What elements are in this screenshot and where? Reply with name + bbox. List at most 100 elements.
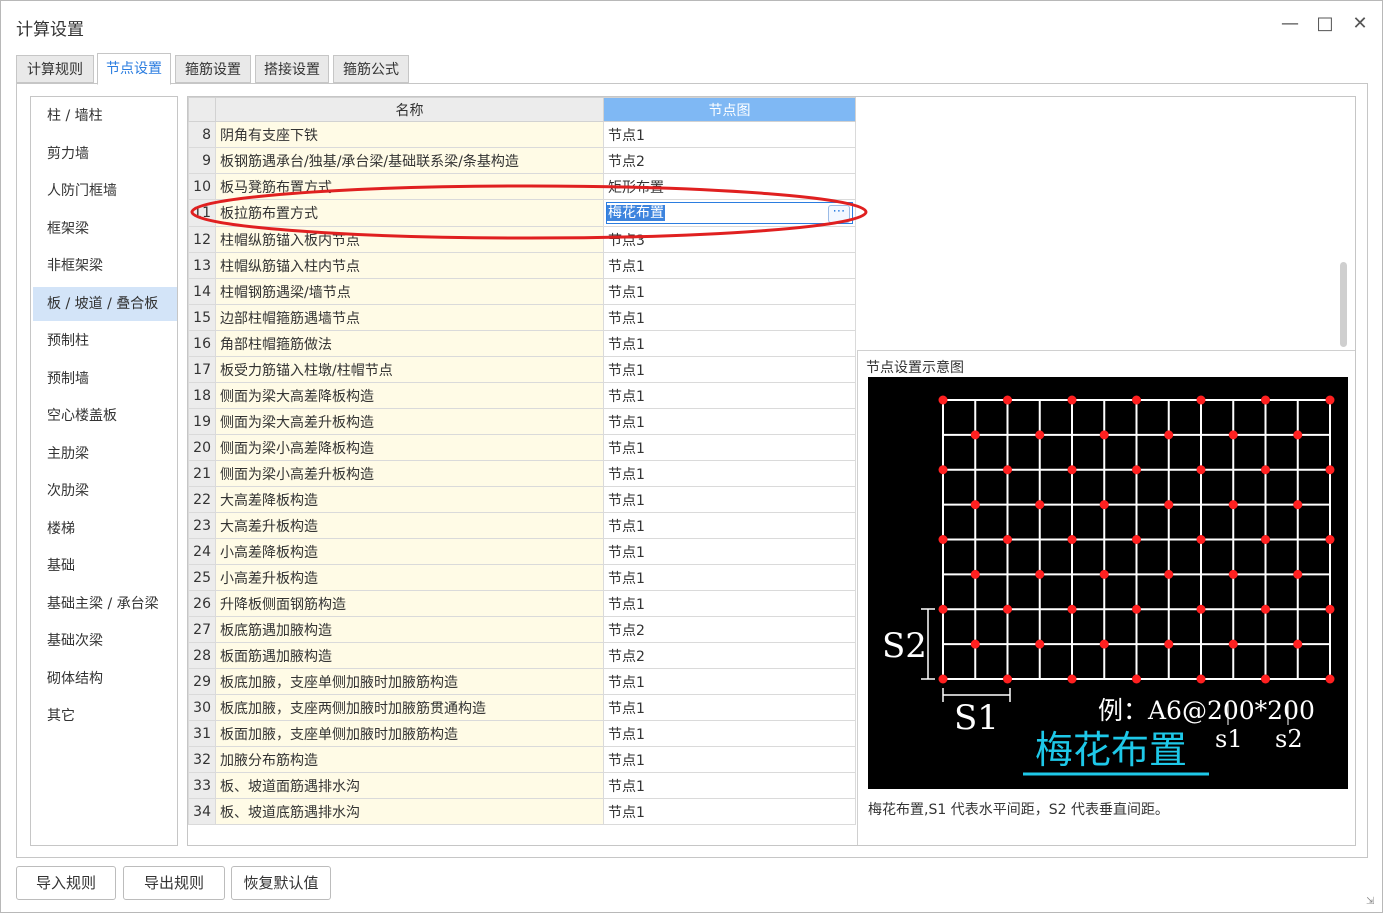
- node-value-cell[interactable]: 节点2: [603, 147, 856, 174]
- table-row[interactable]: 14 柱帽钢筋遇梁/墙节点 节点1: [188, 278, 856, 305]
- sidebar-item[interactable]: 预制柱: [33, 324, 177, 358]
- setting-name-cell[interactable]: 侧面为梁大高差升板构造: [215, 408, 604, 435]
- node-value-cell[interactable]: 节点1: [603, 798, 856, 825]
- setting-name-cell[interactable]: 板、坡道底筋遇排水沟: [215, 798, 604, 825]
- setting-name-cell[interactable]: 板底筋遇加腋构造: [215, 616, 604, 643]
- table-row[interactable]: 16 角部柱帽箍筋做法 节点1: [188, 330, 856, 357]
- vertical-scrollbar[interactable]: [1340, 262, 1347, 347]
- node-value-cell[interactable]: 节点1: [603, 278, 856, 305]
- table-row[interactable]: 27 板底筋遇加腋构造 节点2: [188, 616, 856, 643]
- node-value-cell[interactable]: 节点1: [603, 460, 856, 487]
- sidebar-item[interactable]: 柱 / 墙柱: [33, 99, 177, 133]
- table-row[interactable]: 31 板面加腋，支座单侧加腋时加腋筋构造 节点1: [188, 720, 856, 747]
- node-value-cell[interactable]: 节点1: [603, 121, 856, 148]
- setting-name-cell[interactable]: 板底加腋，支座单侧加腋时加腋筋构造: [215, 668, 604, 695]
- node-value-cell[interactable]: 节点1: [603, 746, 856, 773]
- table-row[interactable]: 21 侧面为梁小高差升板构造 节点1: [188, 460, 856, 487]
- node-value-cell[interactable]: 节点1: [603, 668, 856, 695]
- setting-name-cell[interactable]: 板、坡道面筋遇排水沟: [215, 772, 604, 799]
- table-row[interactable]: 29 板底加腋，支座单侧加腋时加腋筋构造 节点1: [188, 668, 856, 695]
- table-row[interactable]: 34 板、坡道底筋遇排水沟 节点1: [188, 798, 856, 825]
- ellipsis-icon[interactable]: ⋯: [828, 205, 850, 223]
- export-rules-button[interactable]: 导出规则: [123, 866, 225, 900]
- node-value-cell[interactable]: 节点1: [603, 408, 856, 435]
- table-row[interactable]: 13 柱帽纵筋锚入柱内节点 节点1: [188, 252, 856, 279]
- table-row[interactable]: 28 板面筋遇加腋构造 节点2: [188, 642, 856, 669]
- tab-stirrup-formula[interactable]: 箍筋公式: [333, 55, 409, 83]
- table-row[interactable]: 23 大高差升板构造 节点1: [188, 512, 856, 539]
- sidebar-item[interactable]: 楼梯: [33, 512, 177, 546]
- sidebar-item[interactable]: 人防门框墙: [33, 174, 177, 208]
- sidebar-item[interactable]: 基础: [33, 549, 177, 583]
- table-row[interactable]: 19 侧面为梁大高差升板构造 节点1: [188, 408, 856, 435]
- tab-node-settings[interactable]: 节点设置: [97, 53, 171, 85]
- node-value-cell[interactable]: 节点1: [603, 330, 856, 357]
- sidebar-item[interactable]: 板 / 坡道 / 叠合板: [33, 286, 177, 321]
- sidebar-item[interactable]: 其它: [33, 699, 177, 733]
- setting-name-cell[interactable]: 升降板侧面钢筋构造: [215, 590, 604, 617]
- setting-name-cell[interactable]: 阴角有支座下铁: [215, 121, 604, 148]
- sidebar-item[interactable]: 空心楼盖板: [33, 399, 177, 433]
- node-value-cell[interactable]: 节点1: [603, 590, 856, 617]
- table-row[interactable]: 22 大高差降板构造 节点1: [188, 486, 856, 513]
- setting-name-cell[interactable]: 边部柱帽箍筋遇墙节点: [215, 304, 604, 331]
- tab-lap-settings[interactable]: 搭接设置: [255, 55, 329, 83]
- node-value-cell[interactable]: 节点1: [603, 486, 856, 513]
- restore-defaults-button[interactable]: 恢复默认值: [231, 866, 331, 900]
- sidebar-item[interactable]: 框架梁: [33, 212, 177, 246]
- node-value-cell[interactable]: 节点1: [603, 304, 856, 331]
- sidebar-item[interactable]: 非框架梁: [33, 249, 177, 283]
- table-row[interactable]: 10 板马凳筋布置方式 矩形布置: [188, 173, 856, 200]
- setting-name-cell[interactable]: 板马凳筋布置方式: [215, 173, 604, 200]
- setting-name-cell[interactable]: 板面加腋，支座单侧加腋时加腋筋构造: [215, 720, 604, 747]
- table-row[interactable]: 24 小高差降板构造 节点1: [188, 538, 856, 565]
- table-row[interactable]: 18 侧面为梁大高差降板构造 节点1: [188, 382, 856, 409]
- sidebar-item[interactable]: 次肋梁: [33, 474, 177, 508]
- sidebar-item[interactable]: 基础主梁 / 承台梁: [33, 587, 177, 621]
- setting-name-cell[interactable]: 侧面为梁小高差升板构造: [215, 460, 604, 487]
- setting-name-cell[interactable]: 板钢筋遇承台/独基/承台梁/基础联系梁/条基构造: [215, 147, 604, 174]
- node-value-cell[interactable]: 节点3: [603, 226, 856, 253]
- node-value-cell[interactable]: 节点1: [603, 512, 856, 539]
- setting-name-cell[interactable]: 板受力筋锚入柱墩/柱帽节点: [215, 356, 604, 383]
- table-row[interactable]: 9 板钢筋遇承台/独基/承台梁/基础联系梁/条基构造 节点2: [188, 147, 856, 174]
- setting-name-cell[interactable]: 大高差降板构造: [215, 486, 604, 513]
- node-value-cell[interactable]: 节点1: [603, 694, 856, 721]
- node-value-cell[interactable]: 节点1: [603, 434, 856, 461]
- node-value-cell[interactable]: 节点1: [603, 382, 856, 409]
- column-header-node-diagram[interactable]: 节点图: [603, 97, 856, 122]
- table-row[interactable]: 17 板受力筋锚入柱墩/柱帽节点 节点1: [188, 356, 856, 383]
- setting-name-cell[interactable]: 柱帽钢筋遇梁/墙节点: [215, 278, 604, 305]
- sidebar-item[interactable]: 基础次梁: [33, 624, 177, 658]
- setting-name-cell[interactable]: 柱帽纵筋锚入板内节点: [215, 226, 604, 253]
- sidebar-item[interactable]: 剪力墙: [33, 137, 177, 171]
- setting-name-cell[interactable]: 柱帽纵筋锚入柱内节点: [215, 252, 604, 279]
- table-row[interactable]: 33 板、坡道面筋遇排水沟 节点1: [188, 772, 856, 799]
- setting-name-cell[interactable]: 小高差升板构造: [215, 564, 604, 591]
- node-value-cell[interactable]: 矩形布置: [603, 173, 856, 200]
- sidebar-item[interactable]: 主肋梁: [33, 437, 177, 471]
- sidebar-item[interactable]: 砌体结构: [33, 662, 177, 696]
- column-header-name[interactable]: 名称: [215, 97, 604, 122]
- resize-grip-icon[interactable]: ⇲: [1366, 896, 1376, 907]
- table-row[interactable]: 20 侧面为梁小高差降板构造 节点1: [188, 434, 856, 461]
- node-value-cell[interactable]: 节点1: [603, 252, 856, 279]
- node-value-cell[interactable]: 节点2: [603, 642, 856, 669]
- node-value-input[interactable]: 梅花布置 ⋯: [606, 202, 853, 224]
- table-row[interactable]: 8 阴角有支座下铁 节点1: [188, 121, 856, 148]
- setting-name-cell[interactable]: 加腋分布筋构造: [215, 746, 604, 773]
- maximize-icon[interactable]: □: [1312, 11, 1338, 37]
- minimize-icon[interactable]: —: [1277, 11, 1303, 37]
- tab-stirrup-settings[interactable]: 箍筋设置: [175, 55, 251, 83]
- table-row[interactable]: 30 板底加腋，支座两侧加腋时加腋筋贯通构造 节点1: [188, 694, 856, 721]
- table-row[interactable]: 32 加腋分布筋构造 节点1: [188, 746, 856, 773]
- setting-name-cell[interactable]: 角部柱帽箍筋做法: [215, 330, 604, 357]
- setting-name-cell[interactable]: 侧面为梁大高差降板构造: [215, 382, 604, 409]
- table-row[interactable]: 11 板拉筋布置方式 梅花布置 ⋯: [188, 199, 856, 227]
- table-row[interactable]: 15 边部柱帽箍筋遇墙节点 节点1: [188, 304, 856, 331]
- import-rules-button[interactable]: 导入规则: [16, 866, 116, 900]
- node-value-editor-cell[interactable]: 梅花布置 ⋯: [603, 199, 856, 227]
- setting-name-cell[interactable]: 侧面为梁小高差降板构造: [215, 434, 604, 461]
- node-value-cell[interactable]: 节点1: [603, 720, 856, 747]
- node-value-cell[interactable]: 节点1: [603, 564, 856, 591]
